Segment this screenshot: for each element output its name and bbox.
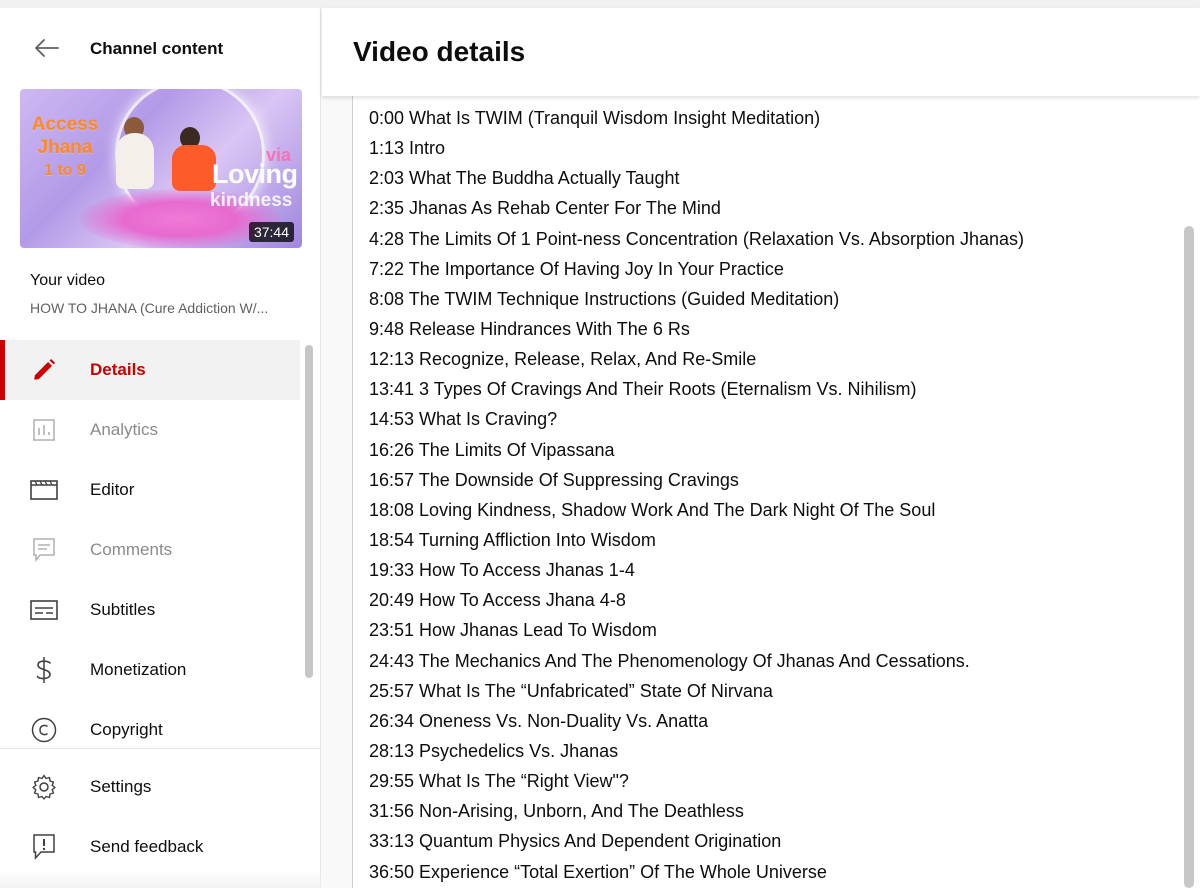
chapter-line: 2:35 Jhanas As Rehab Center For The Mind (369, 198, 721, 219)
sidebar-divider (0, 748, 320, 749)
chapter-line: 8:08 The TWIM Technique Instructions (Gu… (369, 288, 840, 309)
sidebar-item-label: Subtitles (90, 600, 156, 619)
sidebar-item-details[interactable]: Details (0, 340, 300, 400)
editor-film-icon (30, 476, 58, 504)
page-title: Video details (353, 36, 526, 67)
chapter-line: 14:53 What Is Craving? (369, 409, 558, 430)
chapter-line: 2:03 What The Buddha Actually Taught (369, 168, 680, 189)
back-button[interactable] (28, 32, 64, 64)
chapter-line: 31:56 Non-Arising, Unborn, And The Death… (369, 801, 744, 822)
thumbnail-person (116, 133, 154, 189)
main-content: Video details 0:00 What Is TWIM (Tranqui… (322, 8, 1200, 888)
chapter-line: 9:48 Release Hindrances With The 6 Rs (369, 318, 690, 339)
chapter-line: 20:49 How To Access Jhana 4-8 (369, 590, 626, 611)
sidebar-item-label: Comments (90, 540, 173, 559)
sidebar-item-label: Details (90, 360, 146, 379)
subtitles-icon (30, 596, 58, 624)
sidebar-item-label: Settings (90, 777, 152, 796)
chapter-line: 0:00 What Is TWIM (Tranquil Wisdom Insig… (369, 108, 821, 128)
chapter-line: 33:13 Quantum Physics And Dependent Orig… (369, 831, 782, 852)
chapter-line: 24:43 The Mechanics And The Phenomenolog… (369, 650, 970, 671)
chapter-line: 18:08 Loving Kindness, Shadow Work And T… (369, 499, 936, 520)
sidebar-bottom-nav: Settings Send feedback (0, 757, 320, 877)
sidebar-item-send-feedback[interactable]: Send feedback (0, 817, 300, 877)
sidebar-item-analytics[interactable]: Analytics (0, 400, 300, 460)
thumbnail-person (172, 145, 216, 191)
channel-content-title: Channel content (90, 39, 224, 58)
main-header: Video details (322, 8, 1200, 96)
sidebar-item-label: Monetization (90, 660, 187, 679)
chapter-line: 1:13 Intro (369, 138, 446, 159)
description-field[interactable]: 0:00 What Is TWIM (Tranquil Wisdom Insig… (352, 88, 1200, 888)
chapter-line: 12:13 Recognize, Release, Relax, And Re-… (369, 349, 757, 370)
thumbnail-kindness: kindness (210, 190, 293, 211)
chapter-line: 16:57 The Downside Of Suppressing Cravin… (369, 469, 739, 490)
pencil-icon (30, 356, 58, 384)
sidebar-item-settings[interactable]: Settings (0, 757, 300, 817)
arrow-left-icon (35, 39, 59, 57)
sidebar-item-subtitles[interactable]: Subtitles (0, 580, 300, 640)
chapter-line: 18:54 Turning Affliction Into Wisdom (369, 529, 656, 550)
comments-icon (30, 536, 58, 564)
sidebar-item-comments[interactable]: Comments (0, 520, 300, 580)
your-video-label: Your video (30, 272, 106, 289)
gear-icon (30, 773, 58, 801)
thumbnail-loving: Loving (212, 159, 298, 189)
chapter-line: 29:55 What Is The “Right View"? (369, 771, 629, 792)
sidebar-item-label: Copyright (90, 720, 163, 739)
bottom-fade (0, 870, 321, 888)
chapter-line: 13:41 3 Types Of Cravings And Their Root… (369, 379, 917, 400)
sidebar-item-label: Editor (90, 480, 135, 499)
sidebar-nav: Details Analytics Editor Comments Subtit… (0, 340, 300, 760)
sidebar-item-editor[interactable]: Editor (0, 460, 300, 520)
dollar-icon (30, 656, 58, 684)
main-scrollbar[interactable] (1184, 226, 1194, 888)
video-thumbnail[interactable]: Access Jhana 1 to 9 via Loving kindness … (20, 89, 302, 248)
feedback-icon (30, 833, 58, 861)
sidebar-item-label: Analytics (90, 420, 159, 439)
video-duration-badge: 37:44 (248, 222, 294, 242)
chapter-line: 23:51 How Jhanas Lead To Wisdom (369, 620, 657, 641)
top-strip (0, 0, 1200, 8)
copyright-icon (30, 716, 58, 744)
chapter-line: 25:57 What Is The “Unfabricated” State O… (369, 680, 773, 701)
sidebar-item-monetization[interactable]: Monetization (0, 640, 300, 700)
video-title[interactable]: HOW TO JHANA (Cure Addiction W/... (30, 300, 300, 316)
chapter-line: 28:13 Psychedelics Vs. Jhanas (369, 740, 619, 761)
sidebar: Channel content Access Jhana 1 to 9 via … (0, 8, 321, 888)
thumbnail-line: 1 to 9 (44, 162, 86, 179)
chapter-line: 19:33 How To Access Jhanas 1-4 (369, 560, 635, 581)
sidebar-header: Channel content (0, 8, 320, 88)
chapter-line: 16:26 The Limits Of Vipassana (369, 439, 615, 460)
chapter-line: 26:34 Oneness Vs. Non-Duality Vs. Anatta (369, 710, 709, 731)
chapter-line: 7:22 The Importance Of Having Joy In You… (369, 258, 784, 279)
thumbnail-line: Jhana (37, 137, 93, 158)
analytics-icon (30, 416, 58, 444)
thumbnail-title: Access Jhana 1 to 9 (26, 113, 104, 182)
chapter-line: 36:50 Experience “Total Exertion” Of The… (369, 861, 827, 882)
sidebar-item-label: Send feedback (90, 837, 204, 856)
thumbnail-line: Access (31, 114, 99, 135)
sidebar-scrollbar[interactable] (305, 345, 313, 678)
sidebar-item-copyright[interactable]: Copyright (0, 700, 300, 760)
chapter-line: 4:28 The Limits Of 1 Point-ness Concentr… (369, 228, 1025, 249)
chapter-list: 0:00 What Is TWIM (Tranquil Wisdom Insig… (369, 107, 1024, 888)
